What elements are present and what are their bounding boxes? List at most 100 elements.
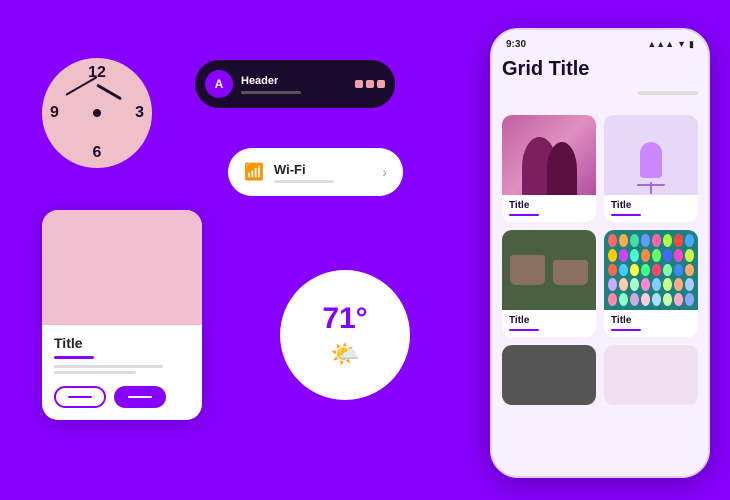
card-mockup: Title — [42, 210, 202, 420]
color-dot-13 — [663, 249, 672, 262]
grid-image-6 — [604, 345, 698, 405]
grid-image-3 — [502, 230, 596, 310]
grid-item-4-label: Title — [604, 310, 698, 337]
grid-accent-2 — [611, 214, 641, 216]
color-dot-36 — [652, 293, 661, 306]
phone-status-icons: ▲▲▲ ▼ ▮ — [647, 39, 694, 50]
phone-content: Grid Title Title — [492, 58, 708, 415]
color-dot-15 — [685, 249, 694, 262]
card-image-area — [42, 210, 202, 325]
grid-title-1: Title — [509, 200, 589, 211]
grid-item-1[interactable]: Title — [502, 115, 596, 222]
color-dot-25 — [619, 278, 628, 291]
clock-minute-hand — [65, 76, 97, 96]
color-dot-22 — [674, 264, 683, 277]
header-icon-dot-2 — [366, 80, 374, 88]
clock-face: 12 3 6 9 — [42, 58, 152, 168]
clock-number-9: 9 — [50, 104, 59, 122]
card-btn-line-1 — [68, 396, 92, 398]
grid-accent-4 — [611, 329, 641, 331]
color-dot-37 — [663, 293, 672, 306]
grid-item-6[interactable] — [604, 345, 698, 405]
color-dot-10 — [630, 249, 639, 262]
wifi-icon: 📶 — [244, 162, 264, 182]
color-dot-11 — [641, 249, 650, 262]
color-dot-14 — [674, 249, 683, 262]
color-dot-28 — [652, 278, 661, 291]
header-icon-dot-1 — [355, 80, 363, 88]
grid-accent-1 — [509, 214, 539, 216]
grid-item-2[interactable]: Title — [604, 115, 698, 222]
grid-title-2: Title — [611, 200, 691, 211]
color-dot-21 — [663, 264, 672, 277]
clock-widget: 12 3 6 9 — [42, 58, 152, 168]
card-filled-button[interactable] — [114, 386, 166, 408]
phone-screen-title: Grid Title — [502, 58, 589, 81]
weather-icon-area: 🌤️ — [330, 340, 360, 369]
header-avatar: A — [205, 70, 233, 98]
grid-accent-3 — [509, 329, 539, 331]
color-dot-24 — [608, 278, 617, 291]
color-dot-32 — [608, 293, 617, 306]
color-dot-19 — [641, 264, 650, 277]
grid-image-1 — [502, 115, 596, 195]
grid-item-3-label: Title — [502, 310, 596, 337]
color-dot-31 — [685, 278, 694, 291]
color-dot-1 — [619, 234, 628, 247]
color-dot-2 — [630, 234, 639, 247]
grid-title-3: Title — [509, 315, 589, 326]
phone-status-bar: 9:30 ▲▲▲ ▼ ▮ — [492, 30, 708, 58]
wifi-label: Wi-Fi — [274, 162, 372, 177]
color-dot-39 — [685, 293, 694, 306]
signal-icon: ▲▲▲ — [647, 39, 674, 49]
card-btn-line-2 — [128, 396, 152, 398]
card-text-line-2 — [54, 371, 136, 374]
grid-image-2 — [604, 115, 698, 195]
main-container: 12 3 6 9 A Header 📶 Wi-Fi › — [0, 0, 730, 500]
color-dot-34 — [630, 293, 639, 306]
weather-temperature: 71° — [322, 302, 367, 336]
color-dot-30 — [674, 278, 683, 291]
grid-item-4[interactable]: Title — [604, 230, 698, 337]
wifi-status-icon: ▼ — [677, 39, 686, 49]
phone-time: 9:30 — [506, 39, 526, 50]
clock-number-3: 3 — [135, 104, 144, 122]
header-text-area: Header — [241, 75, 347, 94]
plant-pot-1 — [510, 255, 545, 285]
color-dot-29 — [663, 278, 672, 291]
weather-sun-icon: 🌤️ — [330, 340, 360, 369]
phone-grid-bottom — [502, 345, 698, 405]
color-dot-33 — [619, 293, 628, 306]
color-dot-26 — [630, 278, 639, 291]
color-dot-5 — [663, 234, 672, 247]
color-dot-16 — [608, 264, 617, 277]
color-dot-20 — [652, 264, 661, 277]
mic-stand — [650, 182, 652, 194]
phone-grid: Title — [502, 115, 698, 337]
card-buttons — [54, 386, 166, 408]
color-dot-0 — [608, 234, 617, 247]
grid-item-5[interactable] — [502, 345, 596, 405]
card-text-lines — [54, 365, 190, 374]
color-dot-12 — [652, 249, 661, 262]
grid-title-4: Title — [611, 315, 691, 326]
card-accent-line — [54, 356, 94, 359]
weather-widget: 71° 🌤️ — [280, 270, 410, 400]
phone-header: Grid Title — [502, 58, 698, 81]
color-dot-17 — [619, 264, 628, 277]
card-text-line-1 — [54, 365, 163, 368]
color-dot-38 — [674, 293, 683, 306]
clock-center-dot — [93, 109, 101, 117]
grid-item-3[interactable]: Title — [502, 230, 596, 337]
card-title: Title — [54, 335, 190, 351]
header-subtitle-line — [241, 91, 301, 94]
color-dot-35 — [641, 293, 650, 306]
wifi-signal-bar — [274, 180, 334, 183]
clock-number-6: 6 — [93, 144, 102, 162]
grid-image-4 — [604, 230, 698, 310]
card-outline-button[interactable] — [54, 386, 106, 408]
header-icons — [355, 80, 385, 88]
header-title: Header — [241, 75, 347, 87]
color-dot-8 — [608, 249, 617, 262]
wifi-settings-row[interactable]: 📶 Wi-Fi › — [228, 148, 403, 196]
